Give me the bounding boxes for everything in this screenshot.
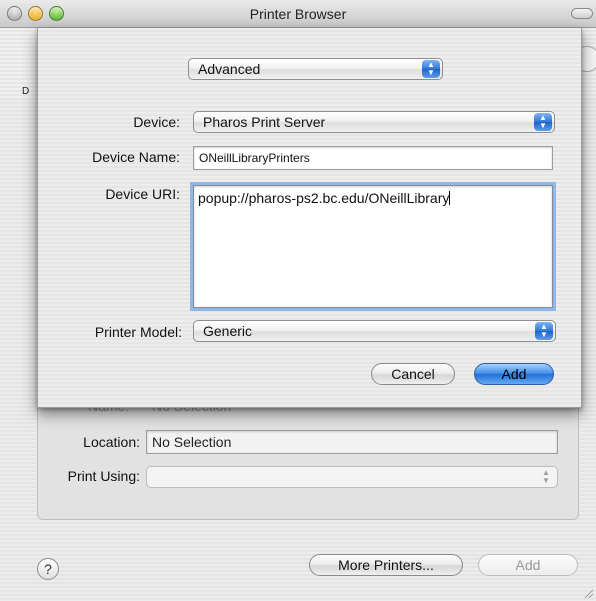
resize-grip-icon[interactable]	[583, 588, 593, 598]
device-name-field[interactable]: ONeillLibraryPrinters	[193, 146, 553, 170]
location-field[interactable]: No Selection	[146, 430, 558, 454]
up-down-arrows-icon: ▲ ▼	[422, 60, 440, 78]
cancel-button[interactable]: Cancel	[371, 363, 455, 385]
print-using-label: Print Using:	[67, 468, 140, 484]
add-button[interactable]: Add	[474, 363, 554, 385]
device-popup-value: Pharos Print Server	[203, 114, 326, 130]
device-popup[interactable]: Pharos Print Server ▲ ▼	[193, 111, 555, 133]
print-using-popup[interactable]: ▲ ▼	[146, 466, 558, 488]
add-printer-sheet: Advanced ▲ ▼ Device: Pharos Print Server …	[37, 28, 582, 408]
device-uri-label: Device URI:	[105, 186, 180, 202]
device-uri-value: popup://pharos-ps2.bc.edu/ONeillLibrary	[198, 190, 450, 206]
up-down-arrows-icon: ▲ ▼	[535, 322, 553, 340]
add-button-disabled[interactable]: Add	[478, 554, 578, 576]
title-bar[interactable]: Printer Browser	[0, 0, 596, 28]
printer-model-value: Generic	[203, 323, 253, 339]
device-label: Device:	[133, 114, 180, 130]
mode-popup[interactable]: Advanced ▲ ▼	[188, 58, 443, 80]
toolbar-toggle-button[interactable]	[571, 8, 593, 19]
help-icon[interactable]: ?	[37, 558, 59, 580]
printer-model-popup[interactable]: Generic ▲ ▼	[193, 320, 556, 342]
text-cursor	[449, 191, 451, 205]
more-printers-button[interactable]: More Printers...	[309, 554, 463, 576]
printer-model-label: Printer Model:	[94, 324, 182, 340]
printer-browser-window: Printer Browser D Name: No Selection Loc…	[0, 0, 596, 601]
device-uri-textarea[interactable]: popup://pharos-ps2.bc.edu/ONeillLibrary	[190, 182, 556, 311]
window-title: Printer Browser	[249, 6, 347, 22]
up-down-arrows-icon: ▲ ▼	[534, 113, 552, 131]
up-down-arrows-icon: ▲ ▼	[542, 468, 550, 485]
column-header-partial: D	[22, 86, 30, 97]
device-name-label: Device Name:	[92, 149, 180, 165]
mode-popup-value: Advanced	[198, 61, 261, 77]
location-label: Location:	[83, 434, 140, 450]
